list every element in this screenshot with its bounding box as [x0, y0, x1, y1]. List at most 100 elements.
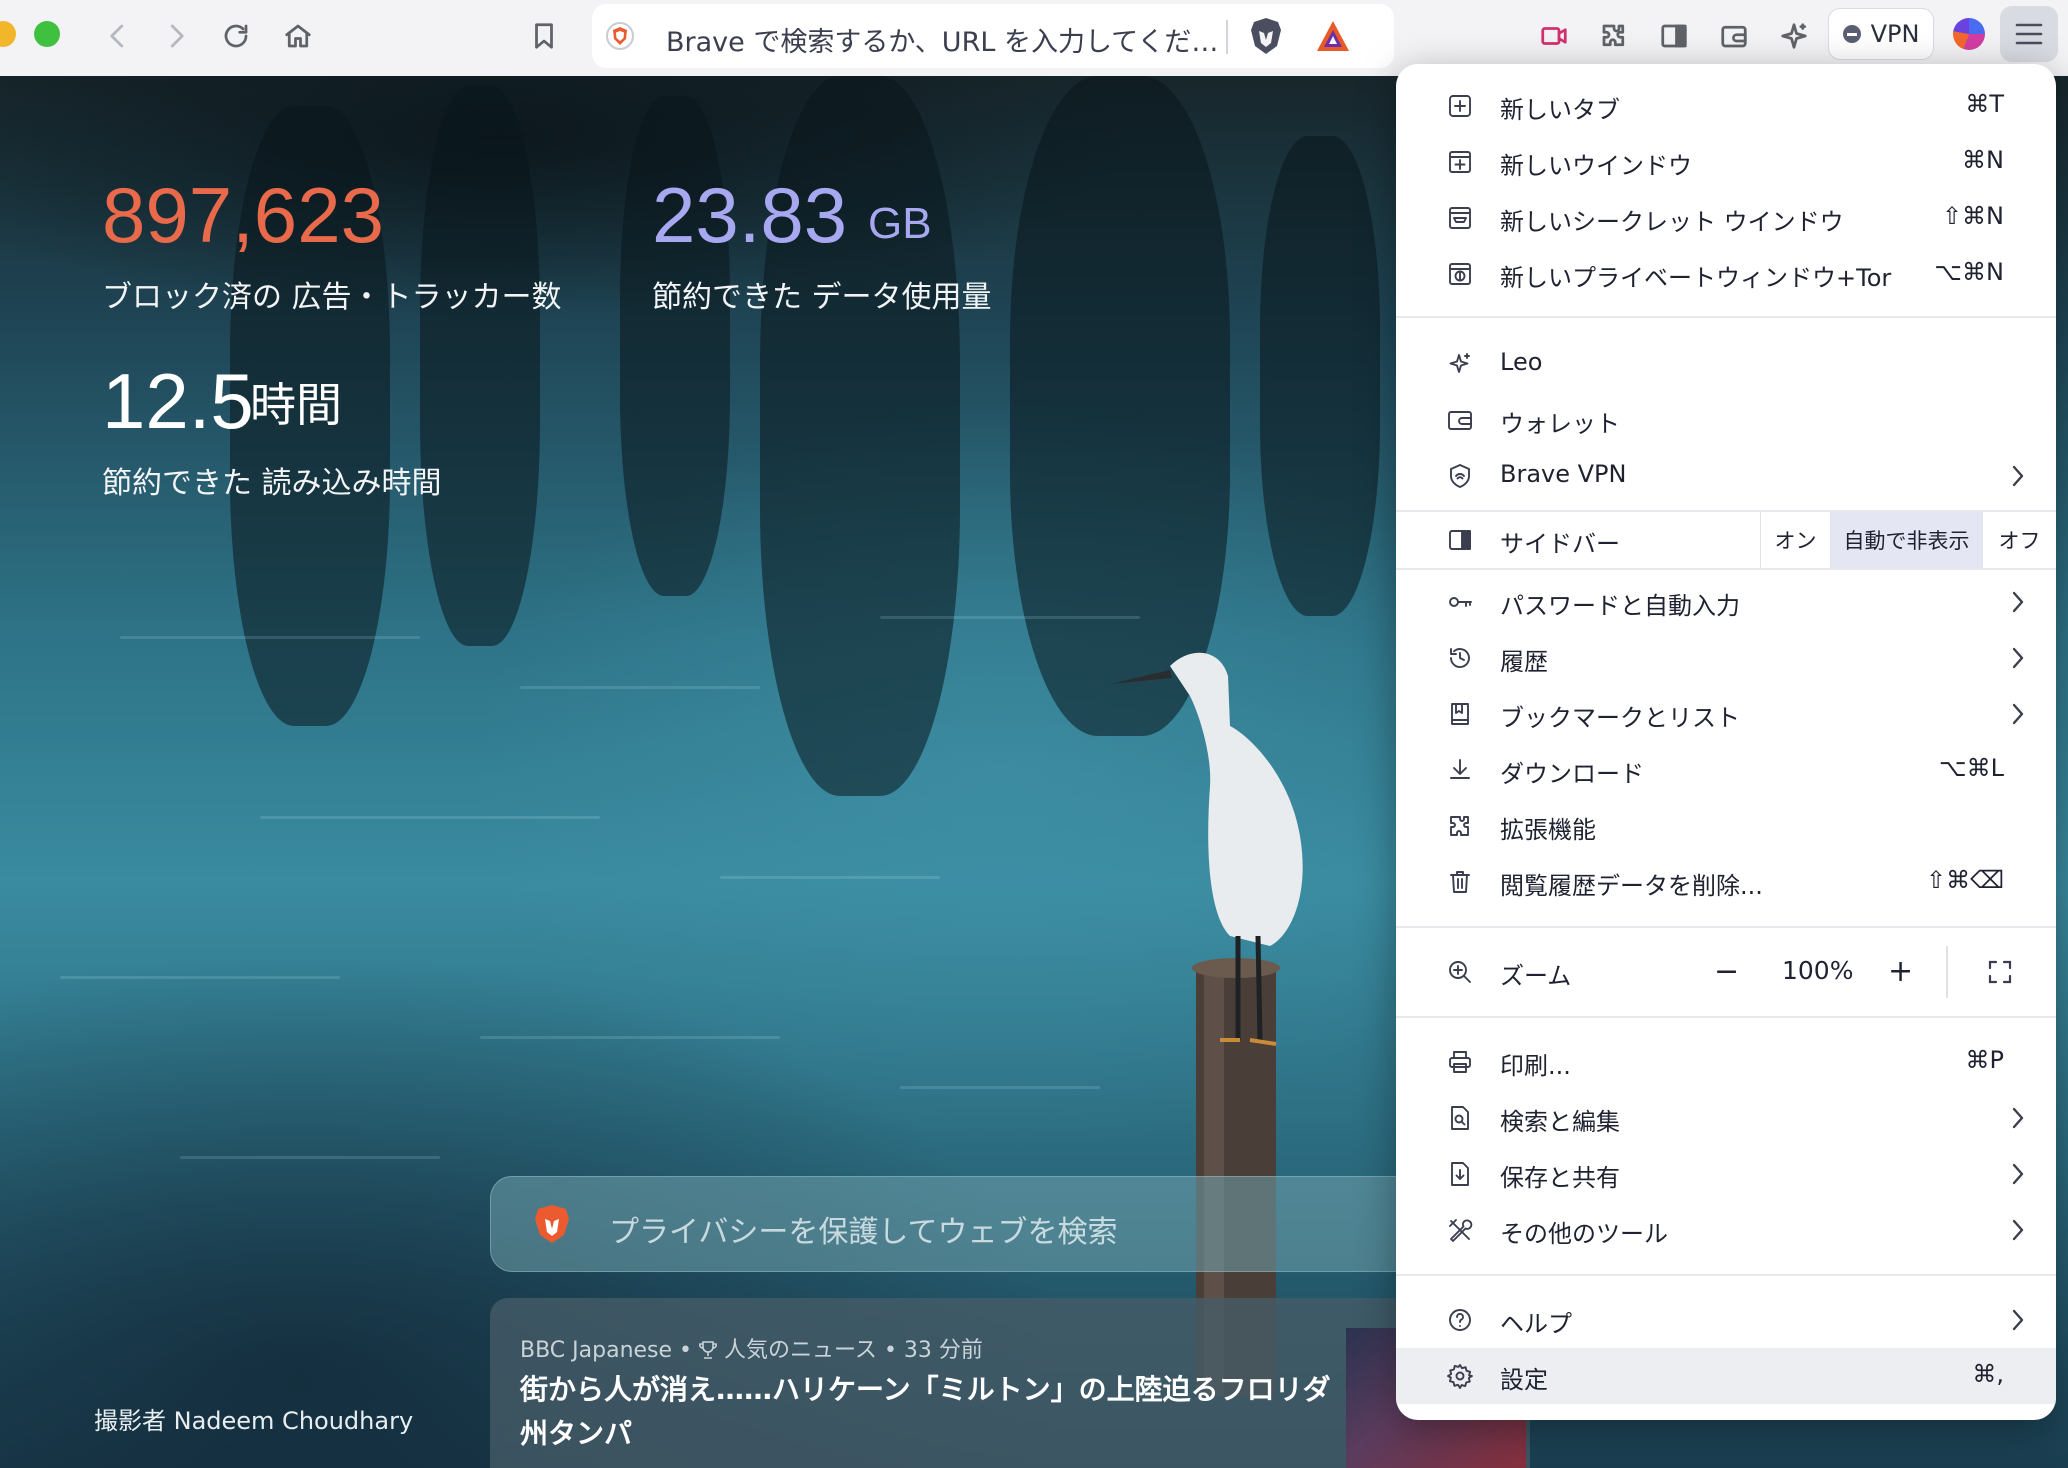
news-source: BBC Japanese [520, 1338, 673, 1363]
menu-item-extensions[interactable]: 拡張機能 [1396, 798, 2056, 854]
profile-avatar[interactable] [1953, 18, 1985, 50]
menu-item-find-edit[interactable]: 検索と編集 [1396, 1090, 2056, 1146]
app-menu: 新しいタブ ⌘T 新しいウインドウ ⌘N 新しいシークレット ウインドウ ⇧⌘N… [1396, 64, 2056, 1420]
menu-item-passwords[interactable]: パスワードと自動入力 [1396, 574, 2056, 630]
leo-icon[interactable] [1770, 12, 1818, 60]
bookmark-icon[interactable] [520, 12, 568, 60]
zoom-divider [1946, 946, 1948, 998]
address-bar-placeholder: Brave で検索するか、URL を入力してくだ… [666, 27, 1219, 58]
brave-shields-icon[interactable] [604, 20, 636, 52]
menu-divider [1396, 316, 2056, 318]
news-age: 33 分前 [903, 1338, 983, 1363]
sidebar-icon [1446, 526, 1474, 554]
vpn-status-icon [1842, 25, 1861, 43]
menu-item-new-tor-window[interactable]: 新しいプライベートウィンドウ+Tor ⌥⌘N [1396, 246, 2056, 302]
wallet-icon[interactable] [1710, 12, 1758, 60]
menu-item-brave-vpn[interactable]: Brave VPN [1396, 448, 2056, 504]
puzzle-icon [1446, 812, 1474, 840]
menu-label: 新しいプライベートウィンドウ+Tor [1500, 264, 1892, 292]
menu-item-downloads[interactable]: ダウンロード ⌥⌘L [1396, 742, 2056, 798]
vpn-button[interactable]: VPN [1828, 8, 1934, 60]
menu-item-wallet[interactable]: ウォレット [1396, 392, 2056, 448]
data-saved-label: 節約できた データ使用量 [652, 280, 992, 315]
reload-icon[interactable] [212, 12, 260, 60]
chevron-right-icon [2008, 1306, 2028, 1334]
zoom-window-button[interactable] [34, 21, 60, 47]
zoom-level: 100% [1782, 956, 1854, 985]
menu-divider [1396, 1016, 2056, 1018]
chevron-right-icon [2008, 1104, 2028, 1132]
time-saved-label: 節約できた 読み込み時間 [102, 466, 442, 501]
menu-shortcut: ⌘T [1965, 90, 2004, 118]
menu-label: 新しいウインドウ [1500, 152, 1692, 180]
menu-item-leo[interactable]: Leo [1396, 336, 2056, 392]
extensions-icon[interactable] [1590, 12, 1638, 60]
vpn-shield-icon [1446, 462, 1474, 490]
menu-item-settings[interactable]: 設定 ⌘, [1396, 1348, 2056, 1404]
brave-shields-lion-icon[interactable] [1248, 16, 1284, 56]
menu-label: パスワードと自動入力 [1500, 592, 1740, 620]
print-icon [1446, 1048, 1474, 1076]
news-card[interactable]: BBC Japanese • 人気のニュース • 33 分前 街から人が消え……… [490, 1298, 1530, 1468]
menu-shortcut: ⌥⌘L [1938, 754, 2004, 782]
menu-item-zoom: ズーム − 100% + [1396, 944, 2056, 1000]
bookmarks-icon [1446, 700, 1474, 728]
menu-label: 閲覧履歴データを削除... [1500, 872, 1763, 900]
menu-item-new-tab[interactable]: 新しいタブ ⌘T [1396, 78, 2056, 134]
menu-item-help[interactable]: ヘルプ [1396, 1292, 2056, 1348]
address-bar[interactable]: Brave で検索するか、URL を入力してくだ… [592, 4, 1394, 68]
ads-blocked-count: 897,623 [102, 171, 384, 259]
menu-item-print[interactable]: 印刷... ⌘P [1396, 1034, 2056, 1090]
leo-icon [1446, 350, 1474, 378]
menu-item-history[interactable]: 履歴 [1396, 630, 2056, 686]
find-in-page-icon [1446, 1104, 1474, 1132]
back-icon[interactable] [94, 12, 142, 60]
wallet-icon [1446, 406, 1474, 434]
gear-icon [1446, 1362, 1474, 1390]
zoom-icon [1446, 958, 1474, 986]
zoom-out-button[interactable]: − [1714, 954, 1739, 989]
app-menu-button[interactable] [2000, 6, 2058, 62]
video-call-icon[interactable] [1530, 12, 1578, 60]
fullscreen-icon[interactable] [1986, 958, 2014, 986]
menu-divider [1396, 568, 2056, 570]
menu-item-more-tools[interactable]: その他のツール [1396, 1202, 2056, 1258]
brave-rewards-icon[interactable] [1314, 18, 1352, 54]
sidebar-option-auto-hide[interactable]: 自動で非表示 [1830, 512, 1982, 568]
minimize-window-button[interactable] [0, 21, 16, 47]
ntp-search-placeholder: プライバシーを保護してウェブを検索 [609, 1215, 1118, 1250]
sidebar-option-off[interactable]: オフ [1982, 512, 2056, 568]
menu-divider [1396, 926, 2056, 928]
data-saved-unit: GB [868, 199, 932, 248]
download-icon [1446, 756, 1474, 784]
menu-label: ズーム [1500, 962, 1572, 990]
data-saved-value: 23.83 [652, 171, 848, 259]
vpn-label: VPN [1870, 20, 1920, 48]
chevron-right-icon [2008, 588, 2028, 616]
hamburger-icon [2015, 23, 2043, 45]
menu-label: 新しいタブ [1500, 96, 1620, 124]
menu-label: ウォレット [1500, 410, 1620, 438]
menu-item-clear-browsing-data[interactable]: 閲覧履歴データを削除... ⇧⌘⌫ [1396, 854, 2056, 910]
menu-shortcut: ⌘, [1972, 1360, 2004, 1388]
menu-divider [1396, 1274, 2056, 1276]
menu-label: Brave VPN [1500, 460, 1627, 488]
menu-label: 検索と編集 [1500, 1108, 1620, 1136]
forward-icon[interactable] [152, 12, 200, 60]
zoom-in-button[interactable]: + [1888, 954, 1913, 989]
tools-icon [1446, 1216, 1474, 1244]
menu-label: 保存と共有 [1500, 1164, 1620, 1192]
ntp-search-box[interactable]: プライバシーを保護してウェブを検索 [490, 1176, 1490, 1272]
new-window-icon [1446, 148, 1474, 176]
sidebar-toggle-icon[interactable] [1650, 12, 1698, 60]
menu-item-new-window[interactable]: 新しいウインドウ ⌘N [1396, 134, 2056, 190]
menu-item-bookmarks[interactable]: ブックマークとリスト [1396, 686, 2056, 742]
menu-label: ブックマークとリスト [1500, 704, 1740, 732]
menu-item-new-incognito-window[interactable]: 新しいシークレット ウインドウ ⇧⌘N [1396, 190, 2056, 246]
news-title[interactable]: 街から人が消え……ハリケーン「ミルトン」の上陸迫るフロリダ州タンパ [520, 1368, 1340, 1456]
home-icon[interactable] [274, 12, 322, 60]
sidebar-option-on[interactable]: オン [1760, 512, 1830, 568]
chevron-right-icon [2008, 644, 2028, 672]
menu-item-save-share[interactable]: 保存と共有 [1396, 1146, 2056, 1202]
menu-shortcut: ⌥⌘N [1934, 258, 2004, 286]
